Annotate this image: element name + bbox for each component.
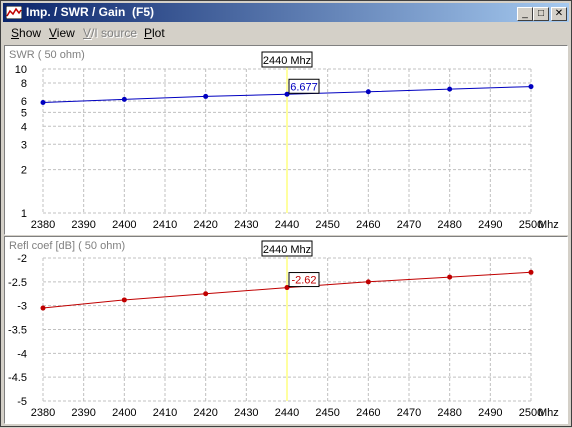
swr-y-tick-label: 5 xyxy=(21,107,27,119)
refl-coef-cursor-value-label: -2.62 xyxy=(291,275,316,287)
refl-coef-chart-panel: Refl coef [dB] ( 50 ohm) -2 -2.5 -3 -3.5 -4 -4… xyxy=(4,236,568,424)
maximize-icon: □ xyxy=(537,8,545,19)
swr-y-tick-label: 4 xyxy=(21,121,27,133)
title-bar[interactable]: Imp. / SWR / Gain (F5) _ □ ✕ xyxy=(3,3,569,22)
swr-chart-panel: SWR ( 50 ohm) 1 2 3 4 5 6 8 10 2380 2390 2400 2410 24… xyxy=(4,45,568,235)
minimize-button[interactable]: _ xyxy=(517,7,533,21)
refl-coef-x-tick-label: 2410 xyxy=(153,407,177,419)
refl-coef-x-tick-label: 2430 xyxy=(234,407,258,419)
refl-coef-y-tick-label: -5 xyxy=(17,396,27,408)
swr-data-point xyxy=(365,89,371,95)
menu-bar: Show View V/I source Plot xyxy=(3,23,569,42)
swr-x-tick-label: 2400 xyxy=(112,219,136,231)
menu-plot[interactable]: Plot xyxy=(144,26,165,40)
refl-coef-data-point xyxy=(40,305,46,311)
refl-coef-chart: Refl coef [dB] ( 50 ohm)-2 -2.5 -3 -3.5 -4 -4… xyxy=(8,240,559,419)
refl-coef-x-tick-label: 2440 xyxy=(275,407,299,419)
swr-x-tick-label: 2420 xyxy=(193,219,217,231)
swr-y-tick-label: 10 xyxy=(15,64,27,76)
refl-coef-x-tick-label: 2420 xyxy=(193,407,217,419)
swr-chart: SWR ( 50 ohm) 1 2 3 4 56 8 10 2380 2390 2400 2410 24… xyxy=(9,49,559,231)
swr-chart-title: SWR ( 50 ohm) xyxy=(9,49,85,61)
swr-x-tick-label: 2460 xyxy=(356,219,380,231)
swr-x-tick-label: 2440 xyxy=(275,219,299,231)
swr-data-point xyxy=(528,84,534,90)
swr-cursor-frequency-label: 2440 Mhz xyxy=(263,55,311,67)
swr-x-unit-label: Mhz xyxy=(538,219,559,231)
refl-coef-x-tick-label: 2380 xyxy=(31,407,55,419)
swr-x-tick-label: 2390 xyxy=(71,219,95,231)
refl-coef-data-point xyxy=(365,279,371,285)
swr-y-tick-label: 2 xyxy=(21,165,27,177)
menu-show[interactable]: Show xyxy=(11,26,41,40)
minimize-icon: _ xyxy=(522,8,528,19)
refl-coef-y-tick-label: -2.5 xyxy=(8,277,27,289)
menu-view[interactable]: View xyxy=(49,26,75,40)
refl-coef-x-tick-label: 2450 xyxy=(315,407,339,419)
swr-x-tick-label: 2430 xyxy=(234,219,258,231)
maximize-button[interactable]: □ xyxy=(533,7,549,21)
app-window: Imp. / SWR / Gain (F5) _ □ ✕ Show View V… xyxy=(0,0,572,427)
swr-data-point xyxy=(447,86,453,92)
refl-coef-y-tick-label: -3 xyxy=(17,301,27,313)
refl-coef-x-tick-label: 2400 xyxy=(112,407,136,419)
swr-y-tick-label: 1 xyxy=(21,208,27,220)
swr-x-tick-label: 2450 xyxy=(315,219,339,231)
refl-coef-x-unit-label: Mhz xyxy=(538,407,559,419)
menu-vi-source[interactable]: V/I source xyxy=(83,26,137,40)
refl-coef-data-point xyxy=(203,291,209,297)
refl-coef-y-tick-label: -2 xyxy=(17,253,27,265)
swr-data-point xyxy=(121,96,127,102)
swr-x-tick-label: 2490 xyxy=(478,219,502,231)
refl-coef-data-point xyxy=(528,269,534,275)
refl-coef-data-point xyxy=(121,297,127,303)
swr-y-tick-label: 6 xyxy=(21,96,27,108)
refl-coef-data-point xyxy=(447,274,453,280)
close-button[interactable]: ✕ xyxy=(551,7,567,21)
swr-x-tick-label: 2470 xyxy=(397,219,421,231)
refl-coef-x-tick-label: 2390 xyxy=(71,407,95,419)
refl-coef-x-tick-label: 2460 xyxy=(356,407,380,419)
refl-coef-x-tick-label: 2470 xyxy=(397,407,421,419)
window-title: Imp. / SWR / Gain (F5) xyxy=(26,5,155,19)
close-icon: ✕ xyxy=(554,8,564,19)
app-icon xyxy=(6,6,22,19)
swr-cursor-value-label: 6.677 xyxy=(290,81,318,93)
refl-coef-chart-title: Refl coef [dB] ( 50 ohm) xyxy=(9,240,125,252)
refl-coef-cursor-frequency-label: 2440 Mhz xyxy=(263,244,311,256)
swr-x-tick-label: 2410 xyxy=(153,219,177,231)
swr-data-point xyxy=(203,93,209,99)
refl-coef-y-tick-label: -4 xyxy=(17,348,27,360)
refl-coef-x-tick-label: 2490 xyxy=(478,407,502,419)
swr-data-point xyxy=(40,100,46,106)
swr-y-tick-label: 3 xyxy=(21,139,27,151)
swr-x-tick-label: 2480 xyxy=(437,219,461,231)
refl-coef-y-tick-label: -4.5 xyxy=(8,372,27,384)
swr-x-tick-label: 2380 xyxy=(31,219,55,231)
refl-coef-y-tick-label: -3.5 xyxy=(8,325,27,337)
refl-coef-x-tick-label: 2480 xyxy=(437,407,461,419)
swr-y-tick-label: 8 xyxy=(21,78,27,90)
